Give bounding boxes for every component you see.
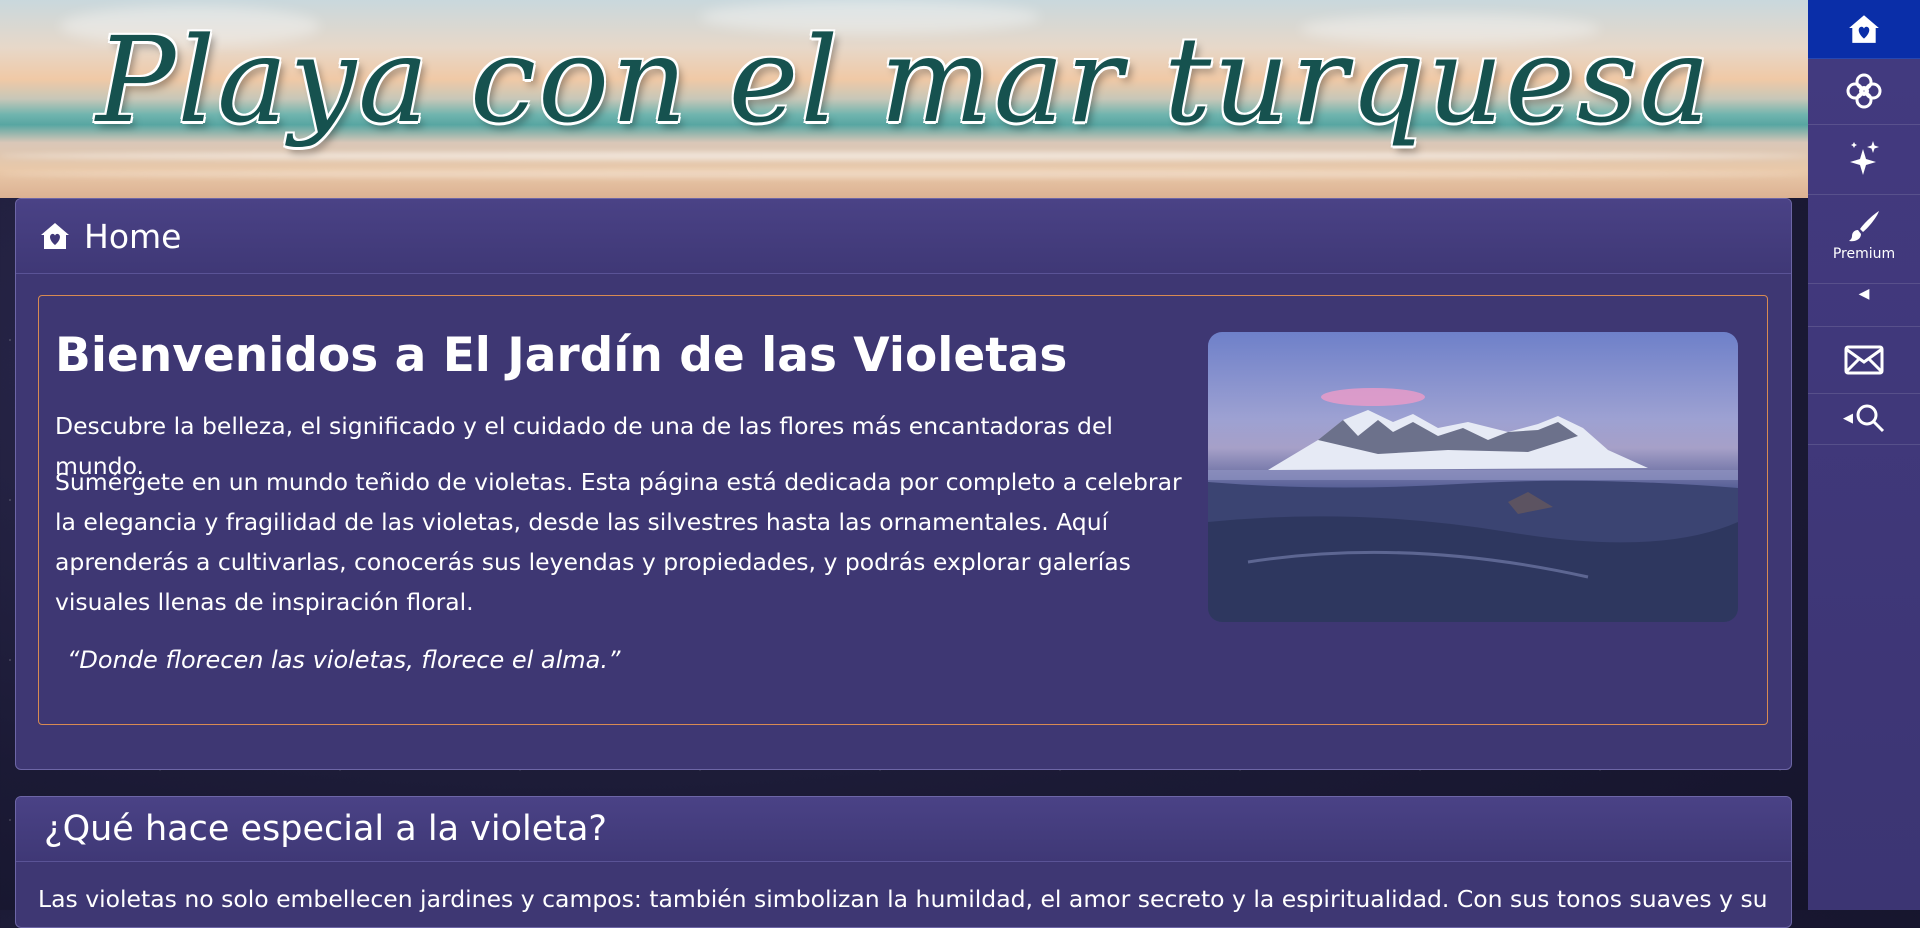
home-panel-header: Home	[16, 199, 1791, 274]
banner-title: Playa con el mar turquesa	[96, 11, 1712, 149]
banner-wave	[0, 170, 1808, 178]
rail-search[interactable]: ◀	[1808, 392, 1920, 445]
hero-body: Sumérgete en un mundo teñido de violetas…	[55, 468, 1182, 616]
caret-left-icon: ◀	[1843, 410, 1853, 426]
mountain-landscape-image	[1208, 388, 1738, 622]
hero-box: Bienvenidos a El Jardín de las Violetas …	[38, 295, 1768, 725]
special-panel: ¿Qué hace especial a la violeta? Las vio…	[15, 796, 1792, 928]
home-heart-icon	[41, 223, 69, 249]
envelope-icon	[1844, 345, 1884, 375]
caret-left-icon: ◀	[1858, 286, 1870, 302]
search-icon	[1856, 404, 1885, 433]
home-panel-title: Home	[84, 216, 182, 256]
flower-icon	[1846, 73, 1882, 109]
banner-wave	[0, 152, 1808, 160]
sparkles-icon	[1850, 141, 1879, 175]
hero-photo	[1208, 332, 1738, 622]
rail-premium[interactable]: Premium	[1808, 194, 1920, 284]
home-heart-icon	[1849, 15, 1879, 43]
special-panel-header: ¿Qué hace especial a la violeta?	[16, 797, 1791, 862]
banner: Playa con el mar turquesa	[0, 0, 1808, 198]
rail-contact[interactable]	[1808, 326, 1920, 394]
collapse-arrow[interactable]: ◀	[1808, 286, 1920, 302]
rail-home[interactable]	[1808, 0, 1920, 59]
rail-sparkles[interactable]	[1808, 124, 1920, 195]
brush-icon	[1849, 211, 1879, 242]
special-panel-text: Las violetas no solo embellecen jardines…	[38, 885, 1768, 913]
rail-flowers[interactable]	[1808, 58, 1920, 125]
hero-quote: “Donde florecen las violetas, florece el…	[67, 646, 621, 674]
hero-title: Bienvenidos a El Jardín de las Violetas	[55, 328, 1068, 383]
home-panel: Home Bienvenidos a El Jardín de las Viol…	[15, 198, 1792, 770]
rail-premium-label: Premium	[1832, 246, 1896, 262]
side-rail: Premium ◀ ◀	[1808, 0, 1920, 910]
